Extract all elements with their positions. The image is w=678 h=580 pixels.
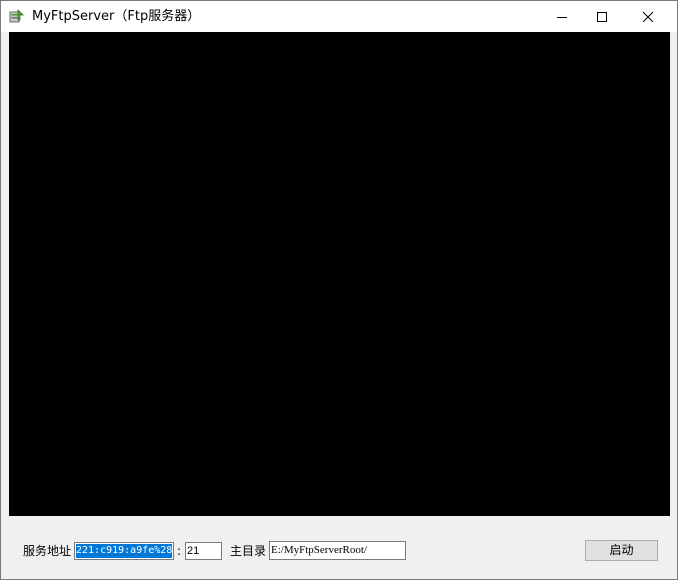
maximize-icon (597, 11, 607, 22)
port-input[interactable]: 21 (185, 542, 222, 560)
root-dir-value: E:/MyFtpServerRoot/ (271, 544, 367, 556)
title-bar[interactable]: MyFtpServer（Ftp服务器） (1, 1, 677, 32)
minimize-icon (557, 16, 567, 18)
start-button[interactable]: 启动 (585, 540, 658, 561)
address-label: 服务地址 (23, 544, 72, 558)
port-separator: : (177, 544, 182, 558)
app-icon (9, 8, 25, 24)
console-output[interactable] (9, 32, 670, 516)
root-dir-label: 主目录 (230, 544, 267, 558)
address-input[interactable]: 221:c919:a9fe%28 (74, 542, 174, 560)
close-button[interactable] (625, 1, 671, 32)
app-window: MyFtpServer（Ftp服务器） 服务地址 221:c919:a9fe%2… (0, 0, 678, 580)
close-icon (643, 11, 653, 22)
root-dir-input[interactable]: E:/MyFtpServerRoot/ (269, 541, 406, 560)
window-title: MyFtpServer（Ftp服务器） (32, 9, 201, 24)
server-config-panel: 服务地址 221:c919:a9fe%28 : 21 主目录 E:/MyFtpS… (1, 516, 677, 579)
port-value: 21 (187, 545, 200, 557)
maximize-button[interactable] (579, 1, 625, 32)
address-value: 221:c919:a9fe%28 (76, 544, 173, 558)
